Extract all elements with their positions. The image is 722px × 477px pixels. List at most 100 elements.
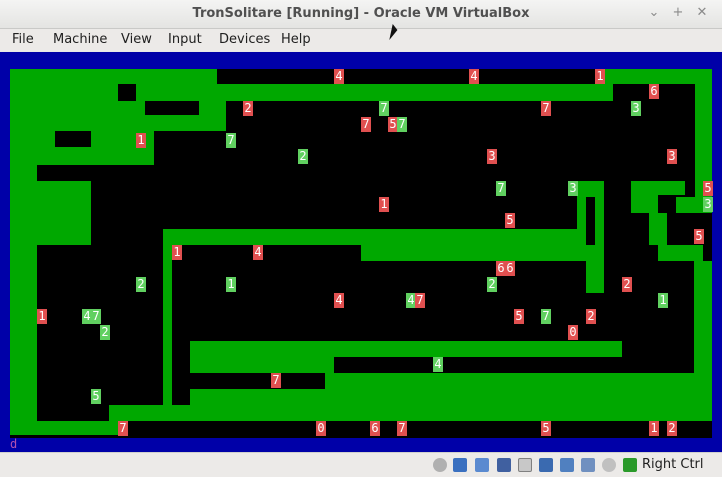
menu-file[interactable]: File — [12, 32, 34, 47]
number-marker: 2 — [298, 149, 308, 164]
number-marker: 3 — [667, 149, 677, 164]
wall — [603, 69, 712, 84]
number-marker: 7 — [379, 101, 389, 116]
wall — [695, 84, 712, 168]
status-bar: Right Ctrl — [0, 452, 722, 477]
number-marker: 7 — [415, 293, 425, 308]
minimize-icon[interactable]: ⌄ — [646, 5, 662, 21]
number-marker: 1 — [595, 69, 605, 84]
wall — [190, 357, 334, 373]
number-marker: 1 — [379, 197, 389, 212]
menu-view[interactable]: View — [121, 32, 152, 47]
window-titlebar: TronSolitare [Running] - Oracle VM Virtu… — [0, 0, 722, 29]
number-marker: 2 — [136, 277, 146, 292]
number-marker: 2 — [622, 277, 632, 292]
number-marker: 7 — [397, 421, 407, 436]
number-marker: 2 — [243, 101, 253, 116]
menu-input[interactable]: Input — [168, 32, 202, 47]
wall — [10, 165, 37, 435]
mouse-integration-icon[interactable] — [602, 458, 616, 472]
wall — [649, 213, 667, 245]
wall — [163, 245, 172, 421]
game-board: 4416277375717233735153514662122447114757… — [10, 69, 713, 438]
wall — [361, 245, 586, 261]
number-marker: 7 — [361, 117, 371, 132]
video-capture-icon[interactable] — [560, 458, 574, 472]
floppy-icon[interactable] — [453, 458, 467, 472]
number-marker: 4 — [334, 293, 344, 308]
wall — [631, 181, 685, 195]
cpu-icon[interactable] — [581, 458, 595, 472]
menu-devices[interactable]: Devices — [219, 32, 270, 47]
wall — [163, 229, 586, 245]
number-marker: 7 — [271, 373, 281, 388]
number-marker: 1 — [649, 421, 659, 436]
number-marker: 5 — [703, 181, 713, 196]
optical-drive-icon[interactable] — [433, 458, 447, 472]
number-marker: 7 — [496, 181, 506, 196]
display-icon[interactable] — [539, 458, 553, 472]
wall — [190, 389, 694, 421]
wall — [325, 373, 694, 389]
number-marker: 1 — [658, 293, 668, 308]
wall — [172, 405, 190, 421]
vm-screen[interactable]: 4416277375717233735153514662122447114757… — [0, 52, 722, 452]
number-marker: 3 — [703, 197, 713, 212]
wall — [118, 101, 145, 131]
number-marker: 2 — [586, 309, 596, 324]
wall — [109, 405, 172, 421]
number-marker: 4 — [334, 69, 344, 84]
wall — [10, 131, 55, 147]
wall — [10, 69, 217, 84]
number-marker: 4 — [253, 245, 263, 260]
number-marker: 6 — [505, 261, 515, 276]
maximize-icon[interactable]: + — [670, 5, 686, 21]
wall — [199, 101, 226, 115]
wall — [145, 115, 226, 131]
window-title: TronSolitare [Running] - Oracle VM Virtu… — [192, 6, 530, 21]
number-marker: 7 — [397, 117, 407, 132]
wall — [10, 147, 154, 165]
wall — [37, 181, 91, 245]
number-marker: 2 — [667, 421, 677, 436]
menu-help[interactable]: Help — [281, 32, 311, 47]
number-marker: 4 — [469, 69, 479, 84]
number-marker: 7 — [118, 421, 128, 436]
wall — [658, 245, 703, 261]
number-marker: 7 — [541, 309, 551, 324]
number-marker: 1 — [226, 277, 236, 292]
wall — [577, 181, 604, 197]
number-marker: 2 — [100, 325, 110, 340]
wall — [586, 245, 604, 293]
number-marker: 5 — [505, 213, 515, 228]
number-marker: 7 — [226, 133, 236, 148]
number-marker: 5 — [541, 421, 551, 436]
menu-bar: File Machine View Input Devices Help — [0, 29, 722, 51]
number-marker: 1 — [37, 309, 47, 324]
number-marker: 1 — [172, 245, 182, 260]
menu-machine[interactable]: Machine — [53, 32, 107, 47]
network-icon[interactable] — [475, 458, 489, 472]
number-marker: 5 — [91, 389, 101, 404]
number-marker: 6 — [370, 421, 380, 436]
console-char: d — [10, 437, 18, 451]
usb-icon[interactable] — [497, 458, 511, 472]
wall — [631, 195, 658, 213]
number-marker: 0 — [316, 421, 326, 436]
wall — [136, 84, 613, 101]
number-marker: 6 — [649, 84, 659, 99]
host-key-label: Right Ctrl — [642, 457, 704, 472]
shared-folders-icon[interactable] — [518, 458, 532, 472]
number-marker: 3 — [568, 181, 578, 196]
number-marker: 5 — [694, 229, 704, 244]
host-key-icon[interactable] — [623, 458, 637, 472]
number-marker: 1 — [136, 133, 146, 148]
number-marker: 4 — [433, 357, 443, 372]
number-marker: 5 — [514, 309, 524, 324]
number-marker: 7 — [91, 309, 101, 324]
number-marker: 2 — [487, 277, 497, 292]
wall — [10, 421, 118, 435]
close-icon[interactable]: ✕ — [694, 5, 710, 21]
wall — [694, 261, 712, 407]
wall — [190, 341, 622, 357]
